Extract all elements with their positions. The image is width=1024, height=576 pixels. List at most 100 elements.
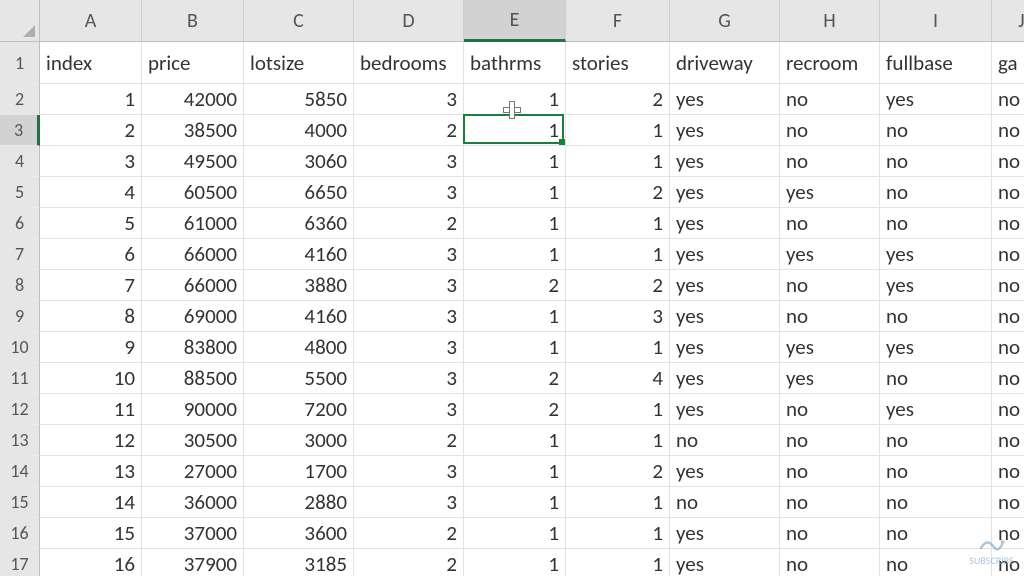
cell-E8[interactable]: 2 [464,270,566,301]
cell-H13[interactable]: no [780,425,880,456]
cell-F6[interactable]: 1 [566,208,670,239]
cell-G6[interactable]: yes [670,208,780,239]
cell-I12[interactable]: yes [880,394,992,425]
cell-I13[interactable]: no [880,425,992,456]
cell-E5[interactable]: 1 [464,177,566,208]
cell-A13[interactable]: 12 [40,425,142,456]
cell-I5[interactable]: no [880,177,992,208]
cell-C15[interactable]: 2880 [244,487,354,518]
cell-E7[interactable]: 1 [464,239,566,270]
row-header-1[interactable]: 1 [0,42,40,84]
col-header-E[interactable]: E [464,0,566,42]
cell-J12[interactable]: no [992,394,1024,425]
cell-D12[interactable]: 3 [354,394,464,425]
cell-C8[interactable]: 3880 [244,270,354,301]
col-header-H[interactable]: H [780,0,880,42]
cell-D6[interactable]: 2 [354,208,464,239]
cell-B2[interactable]: 42000 [142,84,244,115]
cell-G13[interactable]: no [670,425,780,456]
cell-H8[interactable]: no [780,270,880,301]
cell-B3[interactable]: 38500 [142,115,244,146]
cell-J5[interactable]: no [992,177,1024,208]
header-cell-driveway[interactable]: driveway [670,42,780,84]
cell-C5[interactable]: 6650 [244,177,354,208]
row-header-2[interactable]: 2 [0,84,40,115]
cell-J6[interactable]: no [992,208,1024,239]
col-header-I[interactable]: I [880,0,992,42]
cell-J9[interactable]: no [992,301,1024,332]
cell-E10[interactable]: 1 [464,332,566,363]
cell-D13[interactable]: 2 [354,425,464,456]
cell-I4[interactable]: no [880,146,992,177]
grid-body[interactable]: indexpricelotsizebedroomsbathrmsstoriesd… [40,42,1024,576]
row-header-12[interactable]: 12 [0,394,40,425]
cell-F17[interactable]: 1 [566,549,670,576]
cell-E11[interactable]: 2 [464,363,566,394]
cell-E2[interactable]: 1 [464,84,566,115]
cell-E9[interactable]: 1 [464,301,566,332]
cell-G5[interactable]: yes [670,177,780,208]
cell-I7[interactable]: yes [880,239,992,270]
cell-I8[interactable]: yes [880,270,992,301]
cell-F7[interactable]: 1 [566,239,670,270]
cell-A6[interactable]: 5 [40,208,142,239]
cell-A12[interactable]: 11 [40,394,142,425]
cell-B17[interactable]: 37900 [142,549,244,576]
cell-G15[interactable]: no [670,487,780,518]
cell-E3[interactable]: 1 [464,115,566,146]
row-header-8[interactable]: 8 [0,270,40,301]
cell-G7[interactable]: yes [670,239,780,270]
cell-J7[interactable]: no [992,239,1024,270]
cell-D17[interactable]: 2 [354,549,464,576]
row-header-16[interactable]: 16 [0,518,40,549]
cell-D5[interactable]: 3 [354,177,464,208]
cell-I10[interactable]: yes [880,332,992,363]
cell-F15[interactable]: 1 [566,487,670,518]
cell-A16[interactable]: 15 [40,518,142,549]
cell-J14[interactable]: no [992,456,1024,487]
row-header-6[interactable]: 6 [0,208,40,239]
header-cell-fullbase[interactable]: fullbase [880,42,992,84]
cell-G14[interactable]: yes [670,456,780,487]
cell-E15[interactable]: 1 [464,487,566,518]
cell-D15[interactable]: 3 [354,487,464,518]
cell-I3[interactable]: no [880,115,992,146]
cell-D7[interactable]: 3 [354,239,464,270]
row-header-4[interactable]: 4 [0,146,40,177]
cell-D10[interactable]: 3 [354,332,464,363]
cell-I9[interactable]: no [880,301,992,332]
cell-F5[interactable]: 2 [566,177,670,208]
cell-H17[interactable]: no [780,549,880,576]
cell-D2[interactable]: 3 [354,84,464,115]
cell-E14[interactable]: 1 [464,456,566,487]
cell-C7[interactable]: 4160 [244,239,354,270]
cell-I14[interactable]: no [880,456,992,487]
cell-G8[interactable]: yes [670,270,780,301]
row-header-10[interactable]: 10 [0,332,40,363]
cell-H16[interactable]: no [780,518,880,549]
cell-G12[interactable]: yes [670,394,780,425]
cell-B6[interactable]: 61000 [142,208,244,239]
cell-A8[interactable]: 7 [40,270,142,301]
cell-B13[interactable]: 30500 [142,425,244,456]
cell-G10[interactable]: yes [670,332,780,363]
col-header-J[interactable]: J [992,0,1024,42]
cell-J15[interactable]: no [992,487,1024,518]
cell-E17[interactable]: 1 [464,549,566,576]
cell-H5[interactable]: yes [780,177,880,208]
cell-C9[interactable]: 4160 [244,301,354,332]
cell-B16[interactable]: 37000 [142,518,244,549]
cell-C14[interactable]: 1700 [244,456,354,487]
header-cell-lotsize[interactable]: lotsize [244,42,354,84]
col-header-G[interactable]: G [670,0,780,42]
cell-A11[interactable]: 10 [40,363,142,394]
header-cell-ga[interactable]: ga [992,42,1024,84]
cell-A9[interactable]: 8 [40,301,142,332]
cell-A3[interactable]: 2 [40,115,142,146]
cell-J11[interactable]: no [992,363,1024,394]
cell-C17[interactable]: 3185 [244,549,354,576]
cell-D8[interactable]: 3 [354,270,464,301]
cell-G9[interactable]: yes [670,301,780,332]
cell-H14[interactable]: no [780,456,880,487]
cell-G2[interactable]: yes [670,84,780,115]
